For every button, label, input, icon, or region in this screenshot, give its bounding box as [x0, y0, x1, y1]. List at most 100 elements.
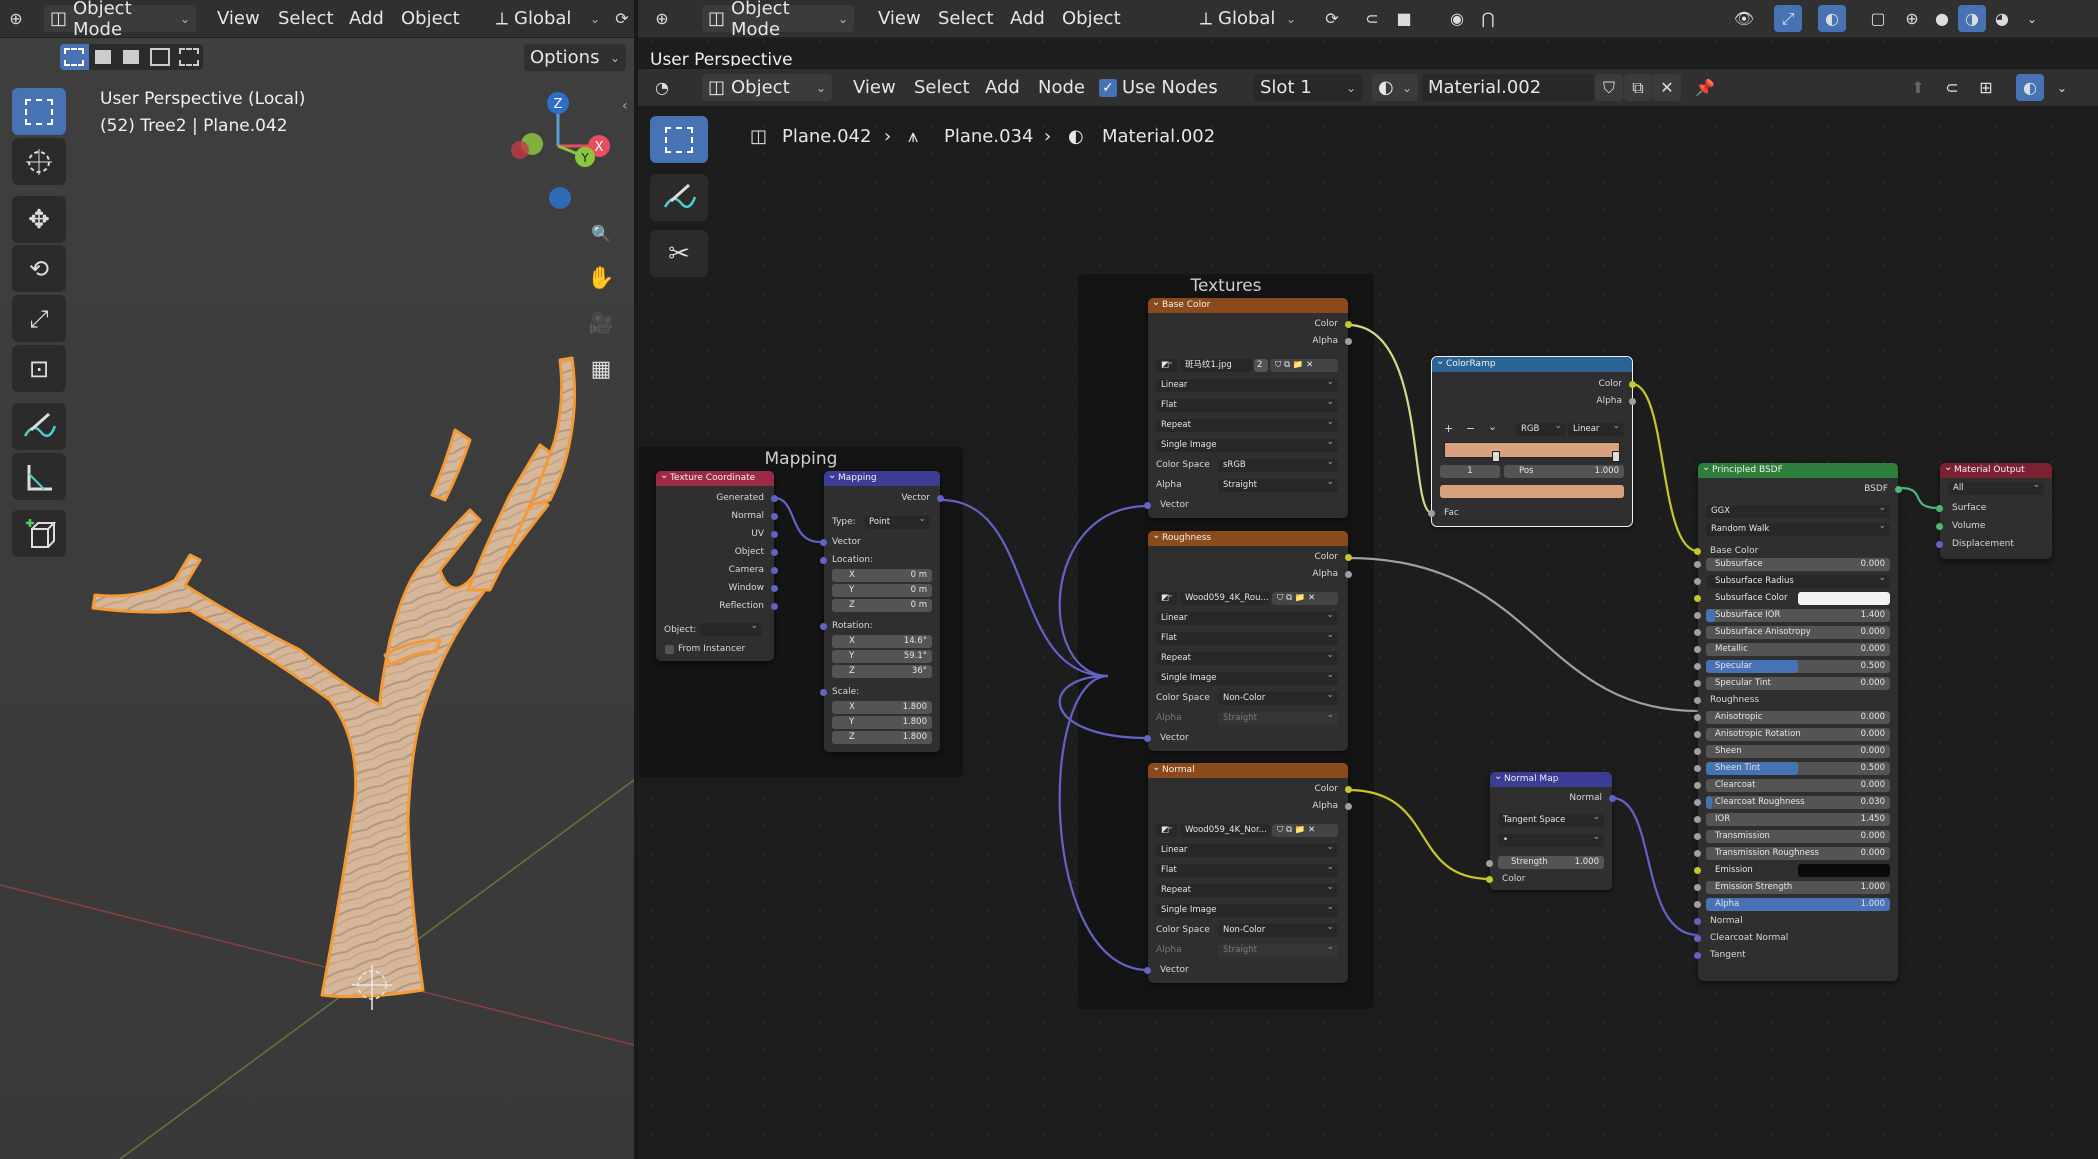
select-intersect-icon[interactable]: [146, 44, 175, 70]
select-invert-icon[interactable]: [174, 44, 203, 70]
scale-tool[interactable]: ⤢: [12, 295, 66, 342]
socket[interactable]: [937, 495, 944, 502]
sidebar-toggle-icon[interactable]: ‹: [622, 98, 628, 114]
socket[interactable]: [1694, 833, 1701, 840]
node-header[interactable]: Texture Coordinate: [656, 468, 774, 486]
socket[interactable]: [1694, 548, 1701, 555]
socket[interactable]: [1694, 697, 1701, 704]
socket[interactable]: [1345, 338, 1352, 345]
socket[interactable]: [771, 531, 778, 538]
colorspace-dropdown[interactable]: Non-Color: [1218, 924, 1338, 937]
param-subsurface[interactable]: Subsurface 0.000: [1706, 558, 1890, 571]
socket[interactable]: [1345, 554, 1352, 561]
socket[interactable]: [1629, 398, 1636, 405]
param-subsurface-radius[interactable]: Subsurface Radius: [1706, 575, 1890, 588]
navigation-gizmo[interactable]: Z X Y: [498, 88, 622, 218]
scale-z[interactable]: Z 1.800: [832, 731, 932, 744]
socket[interactable]: [820, 539, 827, 546]
menu-select[interactable]: Select: [278, 8, 334, 29]
rotation-y[interactable]: Y 59.1°: [832, 650, 932, 663]
measure-tool[interactable]: [12, 453, 66, 500]
socket[interactable]: [1694, 816, 1701, 823]
socket[interactable]: [1936, 505, 1943, 512]
source-dropdown[interactable]: Single Image: [1156, 439, 1338, 452]
param-subsurface-anisotropy[interactable]: Subsurface Anisotropy 0.000: [1706, 626, 1890, 639]
node-header[interactable]: Mapping: [824, 468, 940, 486]
color-swatch[interactable]: [1798, 592, 1890, 605]
projection-dropdown[interactable]: Flat: [1156, 632, 1338, 645]
rotate-tool[interactable]: ⟲: [12, 245, 66, 292]
menu-view[interactable]: View: [217, 8, 260, 29]
param-transmission-roughness[interactable]: Transmission Roughness 0.000: [1706, 847, 1890, 860]
zoom-icon[interactable]: 🔍: [582, 214, 620, 252]
uv-map-field[interactable]: •: [1498, 834, 1604, 847]
color-ramp-bar[interactable]: [1444, 442, 1620, 458]
cursor-tool[interactable]: [12, 138, 66, 185]
socket[interactable]: [1609, 795, 1616, 802]
location-y[interactable]: Y 0 m: [832, 584, 932, 597]
socket[interactable]: [1694, 850, 1701, 857]
node-image-normal[interactable]: Normal Color Alpha ◩ Wood059_4K_Nor... ⛉…: [1144, 760, 1352, 983]
socket[interactable]: [1694, 663, 1701, 670]
select-box-tool[interactable]: [12, 88, 66, 135]
socket[interactable]: [771, 495, 778, 502]
projection-dropdown[interactable]: Flat: [1156, 864, 1338, 877]
param-subsurface-color[interactable]: Subsurface Color: [1706, 592, 1890, 605]
ramp-stop-handle[interactable]: [1492, 451, 1500, 462]
param-alpha[interactable]: Alpha 1.000: [1706, 898, 1890, 911]
socket[interactable]: [1694, 918, 1701, 925]
param-sheen-tint[interactable]: Sheen Tint 0.500: [1706, 762, 1890, 775]
node-header[interactable]: Normal Map: [1490, 769, 1612, 787]
socket[interactable]: [820, 623, 827, 630]
mode-dropdown[interactable]: ◫ Object Mode ⌄: [44, 0, 196, 40]
socket[interactable]: [1694, 646, 1701, 653]
socket[interactable]: [1694, 935, 1701, 942]
camera-icon[interactable]: 🎥: [582, 304, 620, 342]
node-image-roughness[interactable]: Roughness Color Alpha ◩ Wood059_4K_Rou..…: [1144, 528, 1352, 751]
socket[interactable]: [1486, 876, 1493, 883]
node-header[interactable]: Roughness: [1148, 528, 1348, 546]
param-specular[interactable]: Specular 0.500: [1706, 660, 1890, 673]
subsurface-method-dropdown[interactable]: Random Walk: [1706, 523, 1890, 536]
remove-stop-button[interactable]: −: [1466, 422, 1475, 436]
space-dropdown[interactable]: Tangent Space: [1498, 814, 1604, 827]
socket[interactable]: [771, 513, 778, 520]
color-swatch[interactable]: [1798, 864, 1890, 877]
socket[interactable]: [1694, 714, 1701, 721]
scale-x[interactable]: X 1.800: [832, 701, 932, 714]
extension-dropdown[interactable]: Repeat: [1156, 652, 1338, 665]
distribution-dropdown[interactable]: GGX: [1706, 505, 1890, 518]
projection-dropdown[interactable]: Flat: [1156, 399, 1338, 412]
param-emission[interactable]: Emission: [1706, 864, 1890, 877]
pivot-icon[interactable]: ⟳: [608, 5, 634, 32]
socket[interactable]: [1895, 486, 1902, 493]
socket[interactable]: [1694, 799, 1701, 806]
socket[interactable]: [1428, 510, 1435, 517]
object-picker[interactable]: [700, 623, 762, 636]
interpolation-dropdown[interactable]: Linear: [1156, 844, 1338, 857]
add-stop-button[interactable]: +: [1444, 422, 1453, 436]
node-header[interactable]: Normal: [1148, 760, 1348, 778]
socket[interactable]: [1694, 748, 1701, 755]
stop-index-field[interactable]: 1: [1440, 465, 1500, 478]
menu-object[interactable]: Object: [401, 8, 460, 29]
image-name-field[interactable]: Wood059_4K_Rou...: [1180, 592, 1270, 605]
select-extend-icon[interactable]: [89, 44, 118, 70]
socket[interactable]: [820, 689, 827, 696]
socket[interactable]: [1694, 680, 1701, 687]
node-header[interactable]: ColorRamp: [1432, 354, 1632, 372]
socket[interactable]: [1694, 731, 1701, 738]
node-header[interactable]: Base Color: [1148, 295, 1348, 313]
node-editor[interactable]: ⊕ ◫ Object Mode ⌄ View Select Add Object…: [638, 0, 2098, 1159]
param-ior[interactable]: IOR 1.450: [1706, 813, 1890, 826]
socket[interactable]: [1629, 381, 1636, 388]
socket[interactable]: [771, 585, 778, 592]
editor-type-button[interactable]: ⊕: [2, 5, 30, 32]
image-browse[interactable]: ◩: [1156, 359, 1178, 372]
annotate-tool[interactable]: [12, 403, 66, 450]
socket[interactable]: [771, 549, 778, 556]
socket[interactable]: [1345, 571, 1352, 578]
interpolation-dropdown[interactable]: Linear: [1156, 612, 1338, 625]
alpha-dropdown[interactable]: Straight: [1218, 479, 1338, 492]
param-sheen[interactable]: Sheen 0.000: [1706, 745, 1890, 758]
